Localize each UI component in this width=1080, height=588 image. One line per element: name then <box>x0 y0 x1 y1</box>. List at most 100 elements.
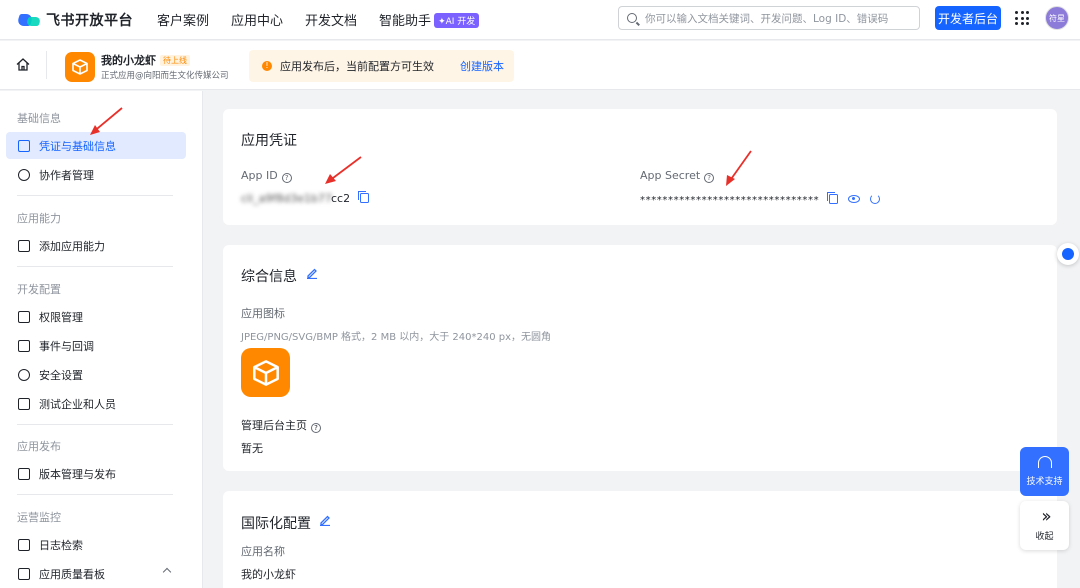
shield-icon <box>18 368 30 381</box>
app-icon-upload[interactable] <box>241 348 290 397</box>
divider <box>17 424 173 425</box>
refresh-icon[interactable] <box>870 194 881 204</box>
icon-label: 应用图标 <box>241 307 285 320</box>
notice-text: 应用发布后，当前配置方可生效 <box>280 60 434 73</box>
sidebar-item-add-capability[interactable]: 添加应用能力 <box>6 232 186 259</box>
top-nav: 飞书开放平台 客户案例 应用中心 开发文档 智能助手 ✦AI 开发 你可以输入文档… <box>0 0 1080 40</box>
headset-icon <box>1037 456 1052 468</box>
sidebar-item-label: 事件与回调 <box>39 339 94 353</box>
sidebar-item-label: 安全设置 <box>39 368 83 382</box>
help-icon[interactable]: ? <box>704 173 715 183</box>
i18n-app-name-label: 应用名称 <box>241 545 285 558</box>
status-badge: 待上线 <box>160 55 190 66</box>
copy-icon[interactable] <box>827 192 839 204</box>
publish-notice: ! 应用发布后，当前配置方可生效 创建版本 <box>249 50 514 82</box>
app-id-suffix: cc2 <box>331 192 351 205</box>
nav-app-center[interactable]: 应用中心 <box>231 10 283 29</box>
credentials-title: 应用凭证 <box>241 133 297 149</box>
dashboard-icon <box>18 567 30 580</box>
section-title-basic: 基础信息 <box>17 112 61 125</box>
warning-icon: ! <box>262 61 272 71</box>
ai-badge: ✦AI 开发 <box>434 13 480 28</box>
sidebar-item-test-tenants[interactable]: 测试企业和人员 <box>6 390 186 417</box>
developer-console-button[interactable]: 开发者后台 <box>935 6 1001 30</box>
i18n-title: 国际化配置 <box>241 516 311 532</box>
help-icon[interactable]: ? <box>311 423 321 433</box>
edit-icon[interactable] <box>306 267 318 279</box>
sidebar-item-label: 协作者管理 <box>39 168 94 182</box>
sidebar-item-credentials[interactable]: 凭证与基础信息 <box>6 132 186 159</box>
app-secret-value: ******************************** <box>640 192 881 206</box>
app-icon <box>65 52 95 82</box>
sidebar-item-quality-dashboard[interactable]: 应用质量看板 <box>6 560 186 587</box>
admin-home-label: 管理后台主页? <box>241 417 321 433</box>
app-id-value: cli_a9f8d3e1b77cc2cc2 <box>241 191 370 205</box>
avatar[interactable]: 符星 <box>1045 6 1069 30</box>
copy-icon[interactable] <box>358 191 370 203</box>
sidebar-item-permissions[interactable]: 权限管理 <box>6 303 186 330</box>
sidebar-item-versions[interactable]: 版本管理与发布 <box>6 460 186 487</box>
app-id-masked: cli_a9f8d3e1b77cc2 <box>241 192 331 205</box>
tech-support-button[interactable]: 技术支持 <box>1020 447 1069 496</box>
nav-ai-assistant[interactable]: 智能助手 ✦AI 开发 <box>379 10 480 29</box>
create-version-link[interactable]: 创建版本 <box>460 58 504 74</box>
search-icon <box>627 13 637 23</box>
sidebar-item-logs[interactable]: 日志检索 <box>6 531 186 558</box>
app-grid-icon[interactable] <box>1015 11 1029 25</box>
divider <box>17 266 173 267</box>
section-title-dev-config: 开发配置 <box>17 283 61 296</box>
nav-customer-cases[interactable]: 客户案例 <box>157 10 209 29</box>
search-input[interactable]: 你可以输入文档关键词、开发问题、Log ID、错误码 <box>618 6 920 30</box>
assistant-bubble-icon[interactable] <box>1057 243 1079 265</box>
search-placeholder: 你可以输入文档关键词、开发问题、Log ID、错误码 <box>645 12 889 25</box>
section-title-monitoring: 运营监控 <box>17 511 61 524</box>
event-icon <box>18 339 30 352</box>
user-icon <box>18 168 30 181</box>
upload-icon <box>18 467 30 480</box>
app-secret-label: App Secret? <box>640 169 715 183</box>
collapse-label: 收起 <box>1035 532 1054 542</box>
app-secret-masked: ******************************** <box>640 195 820 206</box>
edit-icon[interactable] <box>319 514 331 526</box>
divider <box>17 195 173 196</box>
home-icon[interactable] <box>16 58 30 71</box>
divider <box>46 51 47 79</box>
sidebar-item-label: 应用质量看板 <box>39 567 105 581</box>
app-id-label-text: App ID <box>241 169 278 182</box>
help-icon[interactable]: ? <box>281 173 292 183</box>
lock-icon <box>18 310 30 323</box>
brand-name: 飞书开放平台 <box>46 12 133 29</box>
app-id-label: App ID? <box>241 169 292 183</box>
chevron-up-icon[interactable] <box>162 567 172 577</box>
code-box-icon <box>18 397 30 410</box>
collapse-button[interactable]: ›› 收起 <box>1020 501 1069 550</box>
app-name: 我的小龙虾 待上线 <box>101 52 190 68</box>
i18n-card: 国际化配置 应用名称 我的小龙虾 <box>223 491 1057 588</box>
general-info-title: 综合信息 <box>241 269 297 285</box>
sidebar-item-label: 凭证与基础信息 <box>39 139 116 153</box>
section-title-capabilities: 应用能力 <box>17 212 61 225</box>
tech-support-label: 技术支持 <box>1026 477 1063 487</box>
sidebar-item-security[interactable]: 安全设置 <box>6 361 186 388</box>
sidebar-item-label: 版本管理与发布 <box>39 467 116 481</box>
nav-dev-docs[interactable]: 开发文档 <box>305 10 357 29</box>
nav-ai-assistant-label: 智能助手 <box>379 14 432 29</box>
sidebar-item-label: 添加应用能力 <box>39 239 105 253</box>
log-search-icon <box>18 538 30 551</box>
credentials-card: 应用凭证 App ID? cli_a9f8d3e1b77cc2cc2 App S… <box>223 109 1057 225</box>
app-name-text: 我的小龙虾 <box>101 54 156 67</box>
brand[interactable]: 飞书开放平台 <box>16 10 146 30</box>
icon-hint: JPEG/PNG/SVG/BMP 格式，2 MB 以内，大于 240*240 p… <box>241 332 552 343</box>
eye-icon[interactable] <box>848 195 861 203</box>
section-title-publish: 应用发布 <box>17 440 61 453</box>
sidebar-item-label: 权限管理 <box>39 310 83 324</box>
sidebar-item-events[interactable]: 事件与回调 <box>6 332 186 359</box>
nav-items: 客户案例 应用中心 开发文档 智能助手 ✦AI 开发 <box>157 10 501 29</box>
admin-home-label-text: 管理后台主页 <box>241 419 307 432</box>
admin-home-value: 暂无 <box>241 442 263 455</box>
credential-card-icon <box>18 139 30 152</box>
sidebar-item-label: 测试企业和人员 <box>39 397 116 411</box>
sidebar-item-collaborators[interactable]: 协作者管理 <box>6 161 186 188</box>
sidebar: 基础信息 凭证与基础信息 协作者管理 应用能力 添加应用能力 开发配置 权限管理… <box>0 91 203 588</box>
feishu-logo-icon <box>16 11 42 29</box>
